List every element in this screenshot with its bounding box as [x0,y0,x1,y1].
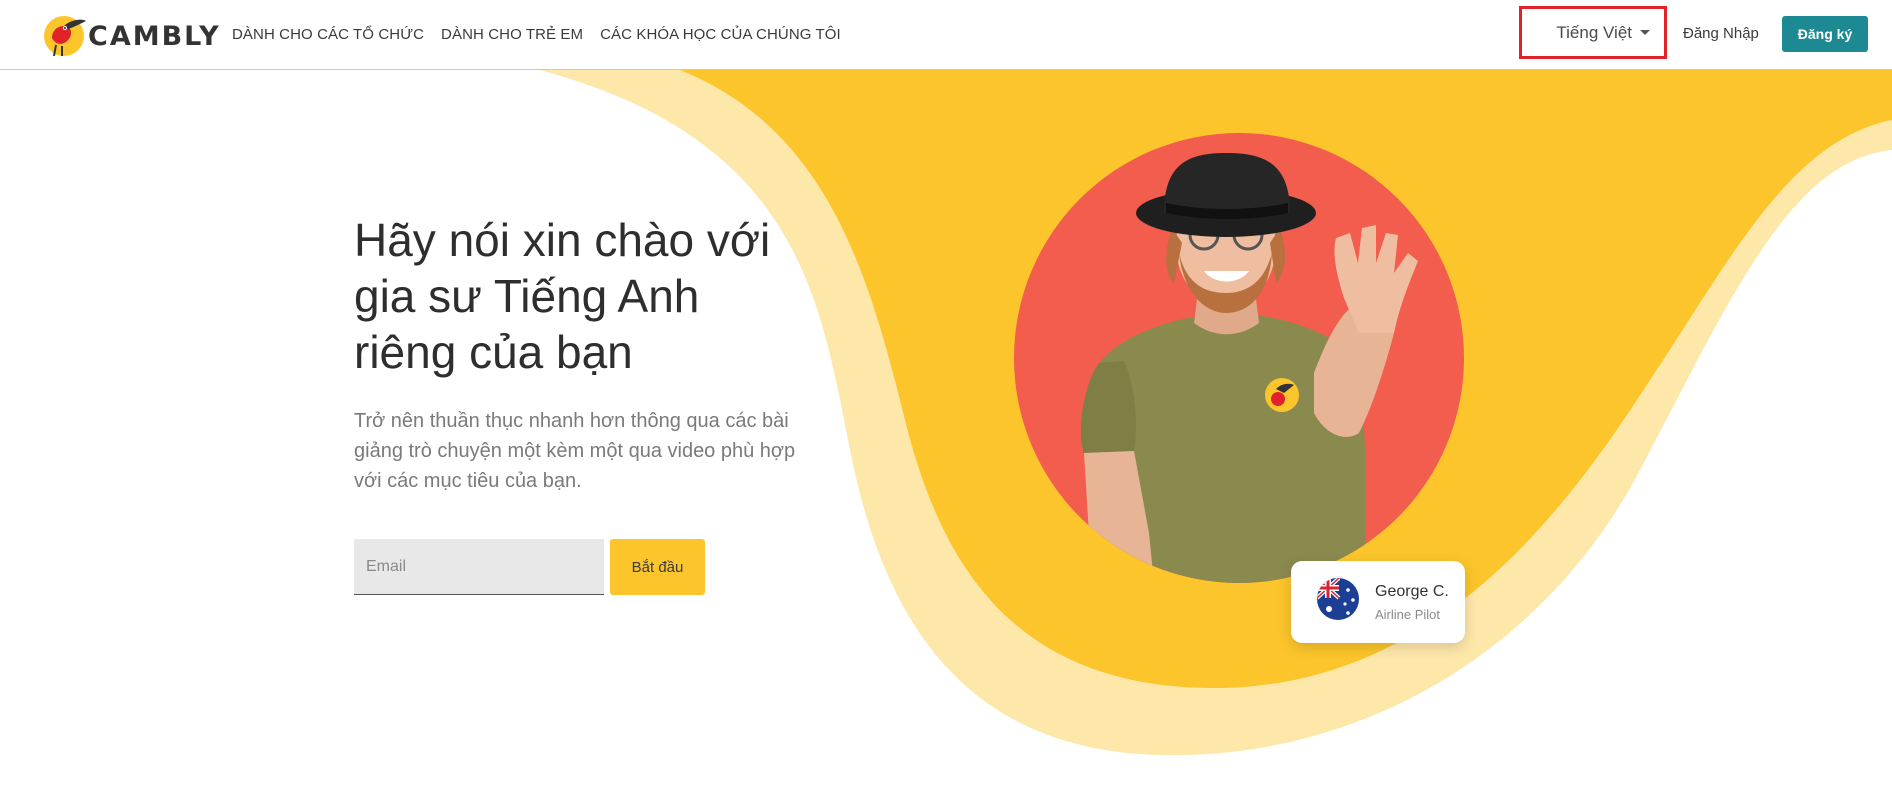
email-input[interactable] [354,539,604,595]
tutor-photo [1014,133,1464,583]
start-button[interactable]: Bắt đầu [610,539,705,595]
tutor-role: Airline Pilot [1375,607,1441,622]
toucan-logo-icon [44,16,86,57]
hero-background-waves [540,70,1892,756]
language-selector-label: Tiếng Việt [1556,22,1632,42]
logo-text: CAMBLY [88,20,221,52]
australia-flag-icon [1317,578,1359,620]
chevron-down-icon [1640,30,1650,35]
tutor-card[interactable]: George C. Airline Pilot [1291,561,1465,643]
login-link[interactable]: Đăng Nhập [1683,25,1759,42]
cambly-logo[interactable]: CAMBLY [42,12,221,58]
main-nav: DÀNH CHO CÁC TỔ CHỨC DÀNH CHO TRẺ EM CÁC… [232,26,858,43]
top-navbar: CAMBLY DÀNH CHO CÁC TỔ CHỨC DÀNH CHO TRẺ… [0,0,1892,70]
hero-title: Hãy nói xin chào với gia sư Tiếng Anh ri… [354,214,771,378]
nav-link-courses[interactable]: CÁC KHÓA HỌC CỦA CHÚNG TÔI [600,26,841,43]
tutor-name: George C. [1375,583,1449,600]
nav-link-organizations[interactable]: DÀNH CHO CÁC TỔ CHỨC [232,26,424,43]
hero-subtitle: Trở nên thuần thục nhanh hơn thông qua c… [354,410,796,492]
language-selector[interactable]: Tiếng Việt [1519,6,1667,59]
signup-button[interactable]: Đăng ký [1782,16,1868,52]
nav-link-kids[interactable]: DÀNH CHO TRẺ EM [441,26,583,43]
